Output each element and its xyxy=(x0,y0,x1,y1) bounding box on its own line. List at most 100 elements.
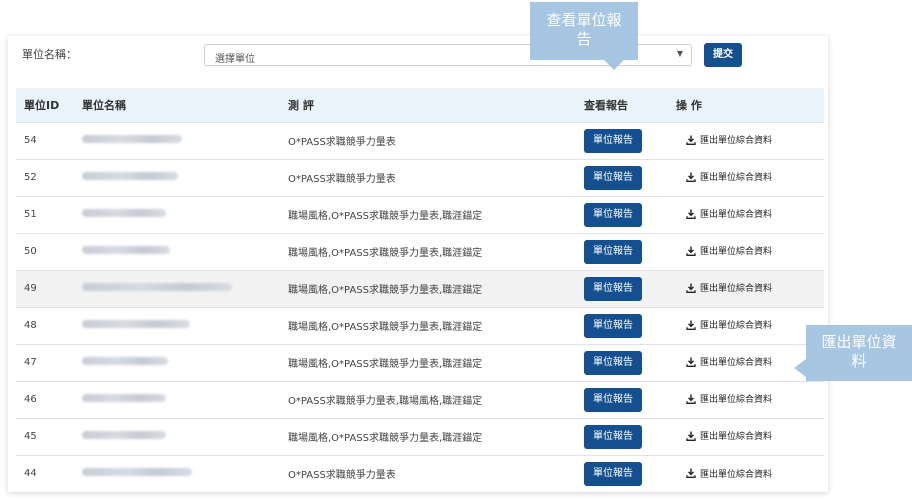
report-cell: 單位報告 xyxy=(576,344,670,381)
export-unit-data-label: 匯出單位綜合資料 xyxy=(700,247,773,258)
report-cell: 單位報告 xyxy=(576,270,670,307)
table-row: 47 職場風格,O*PASS求職競爭力量表,職涯錨定 單位報告 匯出單位綜合資料 xyxy=(16,344,824,381)
unit-name-cell xyxy=(74,233,280,270)
unit-report-button[interactable]: 單位報告 xyxy=(584,276,642,301)
export-unit-data-link[interactable]: 匯出單位綜合資料 xyxy=(686,281,772,294)
evaluation-cell: O*PASS求職競爭力量表 xyxy=(288,470,396,482)
export-unit-data-link[interactable]: 匯出單位綜合資料 xyxy=(686,244,772,257)
unit-report-button[interactable]: 單位報告 xyxy=(584,313,642,338)
evaluation-cell: O*PASS求職競爭力量表,職場風格,職涯錨定 xyxy=(288,396,483,407)
unit-name-cell xyxy=(74,196,280,233)
evaluation-cell: 職場風格,O*PASS求職競爭力量表,職涯錨定 xyxy=(288,211,483,222)
unit-name-cell xyxy=(74,344,280,381)
report-cell: 單位報告 xyxy=(576,233,670,270)
view-report-callout: 查看單位報告 xyxy=(530,2,638,70)
report-cell: 單位報告 xyxy=(576,307,670,344)
export-unit-data-label: 匯出單位綜合資料 xyxy=(700,210,773,221)
submit-button[interactable]: 提交 xyxy=(704,43,742,67)
export-data-callout-text: 匯出單位資料 xyxy=(821,333,897,370)
download-icon xyxy=(686,394,696,404)
action-cell: 匯出單位綜合資料 xyxy=(670,455,824,492)
unit-name-cell xyxy=(74,159,280,196)
evaluation-cell: 職場風格,O*PASS求職競爭力量表,職涯錨定 xyxy=(288,359,483,370)
unit-name-cell xyxy=(74,381,280,418)
download-icon xyxy=(686,468,696,478)
export-unit-data-label: 匯出單位綜合資料 xyxy=(700,173,773,184)
unit-id-cell: 50 xyxy=(24,246,37,257)
export-unit-data-label: 匯出單位綜合資料 xyxy=(700,395,773,406)
table-row: 45 職場風格,O*PASS求職競爭力量表,職涯錨定 單位報告 匯出單位綜合資料 xyxy=(16,418,824,455)
unit-list-panel: 單位名稱： 選擇單位 ▼ 提交 單位ID 單位名稱 測 評 查看報告 操 作 5… xyxy=(8,36,828,492)
evaluation-cell: O*PASS求職競爭力量表 xyxy=(288,174,396,185)
download-icon xyxy=(686,357,696,367)
export-unit-data-label: 匯出單位綜合資料 xyxy=(700,469,773,480)
export-unit-data-link[interactable]: 匯出單位綜合資料 xyxy=(686,207,772,220)
export-unit-data-label: 匯出單位綜合資料 xyxy=(700,284,773,295)
report-cell: 單位報告 xyxy=(576,159,670,196)
download-icon xyxy=(686,320,696,330)
download-icon xyxy=(686,172,696,182)
unit-id-cell: 54 xyxy=(24,135,37,146)
unit-report-button[interactable]: 單位報告 xyxy=(584,387,642,412)
unit-report-button[interactable]: 單位報告 xyxy=(584,165,642,190)
header-actions: 操 作 xyxy=(676,98,702,112)
unit-select-value: 選擇單位 xyxy=(215,54,255,65)
unit-id-cell: 51 xyxy=(24,209,37,220)
unit-name-cell xyxy=(74,418,280,455)
download-icon xyxy=(686,283,696,293)
unit-report-button[interactable]: 單位報告 xyxy=(584,461,642,486)
unit-report-button[interactable]: 單位報告 xyxy=(584,350,642,375)
table-header-row: 單位ID 單位名稱 測 評 查看報告 操 作 xyxy=(16,88,824,122)
export-unit-data-label: 匯出單位綜合資料 xyxy=(700,358,773,369)
unit-report-button[interactable]: 單位報告 xyxy=(584,239,642,264)
evaluation-cell: 職場風格,O*PASS求職競爭力量表,職涯錨定 xyxy=(288,433,483,444)
action-cell: 匯出單位綜合資料 xyxy=(670,159,824,196)
report-cell: 單位報告 xyxy=(576,122,670,159)
table-row: 46 O*PASS求職競爭力量表,職場風格,職涯錨定 單位報告 匯出單位綜合資料 xyxy=(16,381,824,418)
download-icon xyxy=(686,209,696,219)
export-unit-data-link[interactable]: 匯出單位綜合資料 xyxy=(686,392,772,405)
table-row: 44 O*PASS求職競爭力量表 單位報告 匯出單位綜合資料 xyxy=(16,455,824,492)
table-row: 52 O*PASS求職競爭力量表 單位報告 匯出單位綜合資料 xyxy=(16,159,824,196)
export-unit-data-link[interactable]: 匯出單位綜合資料 xyxy=(686,355,772,368)
export-unit-data-label: 匯出單位綜合資料 xyxy=(700,432,773,443)
action-cell: 匯出單位綜合資料 xyxy=(670,233,824,270)
unit-name-redacted xyxy=(82,135,182,143)
report-cell: 單位報告 xyxy=(576,381,670,418)
header-unit-name: 單位名稱 xyxy=(82,98,126,112)
export-unit-data-link[interactable]: 匯出單位綜合資料 xyxy=(686,429,772,442)
export-unit-data-label: 匯出單位綜合資料 xyxy=(700,136,773,147)
unit-id-cell: 46 xyxy=(24,394,37,405)
header-evaluation: 測 評 xyxy=(288,98,314,112)
report-cell: 單位報告 xyxy=(576,455,670,492)
action-cell: 匯出單位綜合資料 xyxy=(670,122,824,159)
export-data-callout: 匯出單位資料 xyxy=(794,325,912,381)
unit-report-button[interactable]: 單位報告 xyxy=(584,202,642,227)
export-unit-data-link[interactable]: 匯出單位綜合資料 xyxy=(686,318,772,331)
unit-name-redacted xyxy=(82,357,168,365)
report-cell: 單位報告 xyxy=(576,196,670,233)
unit-name-cell xyxy=(74,307,280,344)
unit-name-redacted xyxy=(82,283,232,291)
view-report-callout-text: 查看單位報告 xyxy=(546,11,622,48)
unit-report-button[interactable]: 單位報告 xyxy=(584,424,642,449)
action-cell: 匯出單位綜合資料 xyxy=(670,307,824,344)
evaluation-cell: 職場風格,O*PASS求職競爭力量表,職涯錨定 xyxy=(288,248,483,259)
unit-id-cell: 52 xyxy=(24,172,37,183)
unit-id-cell: 49 xyxy=(24,283,37,294)
unit-id-cell: 45 xyxy=(24,431,37,442)
evaluation-cell: 職場風格,O*PASS求職競爭力量表,職涯錨定 xyxy=(288,285,483,296)
table-row: 51 職場風格,O*PASS求職競爭力量表,職涯錨定 單位報告 匯出單位綜合資料 xyxy=(16,196,824,233)
unit-report-button[interactable]: 單位報告 xyxy=(584,128,642,153)
action-cell: 匯出單位綜合資料 xyxy=(670,196,824,233)
export-unit-data-link[interactable]: 匯出單位綜合資料 xyxy=(686,467,772,480)
export-unit-data-link[interactable]: 匯出單位綜合資料 xyxy=(686,170,772,183)
unit-name-redacted xyxy=(82,246,170,254)
evaluation-cell: 職場風格,O*PASS求職競爭力量表,職涯錨定 xyxy=(288,322,483,333)
unit-id-cell: 44 xyxy=(24,468,37,480)
evaluation-cell: O*PASS求職競爭力量表 xyxy=(288,137,396,148)
unit-name-cell xyxy=(74,122,280,159)
export-unit-data-label: 匯出單位綜合資料 xyxy=(700,321,773,332)
export-unit-data-link[interactable]: 匯出單位綜合資料 xyxy=(686,133,772,146)
unit-name-cell xyxy=(74,455,280,492)
